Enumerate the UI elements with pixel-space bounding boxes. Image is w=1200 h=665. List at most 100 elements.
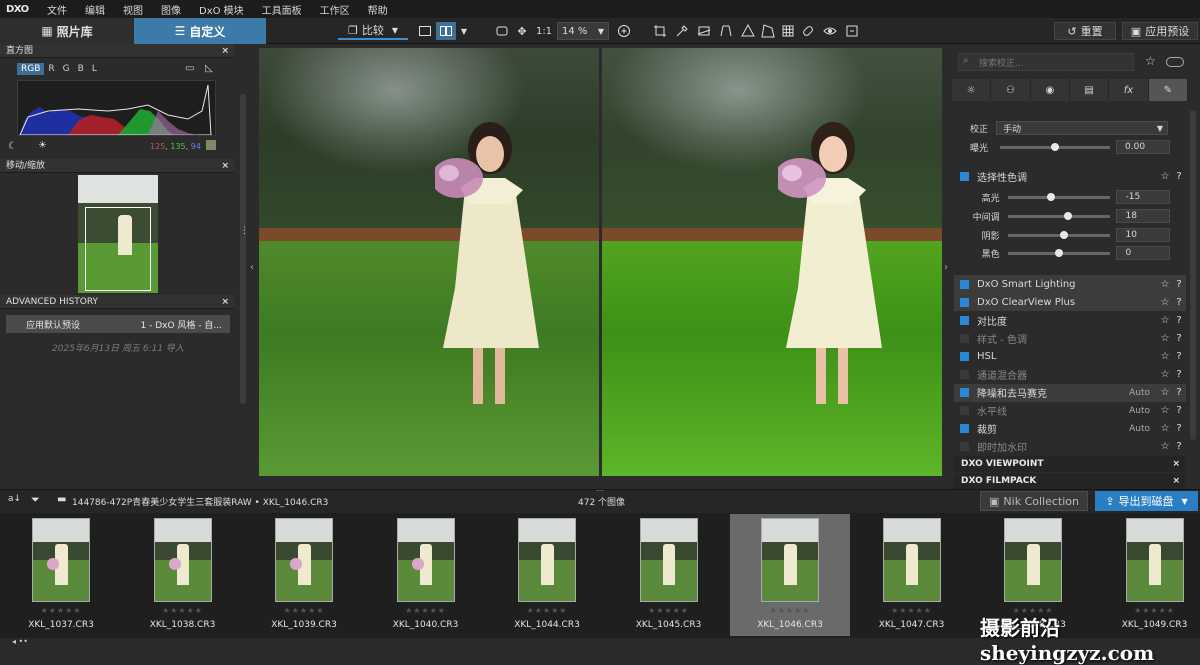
filter-icon[interactable]: ⏷ [31, 493, 40, 507]
module-star-icon[interactable]: ☆ [1158, 351, 1172, 362]
module-help-icon[interactable]: ? [1172, 423, 1186, 434]
moon-icon[interactable]: ☾ [8, 141, 17, 152]
ratio-1-1-button[interactable]: 1:1 [534, 22, 554, 40]
correction-mode-select[interactable]: 手动 ▼ [996, 121, 1168, 135]
nik-collection-button[interactable]: ▣ Nik Collection [980, 491, 1088, 511]
fit-icon[interactable] [494, 22, 510, 40]
menu-image[interactable]: 图像 [152, 2, 190, 17]
collapse-right-chevron-icon[interactable]: › [944, 262, 948, 273]
selective-tone-star-icon[interactable]: ☆ [1158, 171, 1172, 182]
navigator-thumbnail[interactable] [78, 175, 158, 293]
filmstrip-item[interactable]: ★★★★★XKL_1039.CR3 [244, 514, 364, 636]
close-move-zoom-icon[interactable]: × [221, 159, 229, 173]
module-checkbox[interactable] [960, 424, 969, 433]
tab-geometry[interactable]: ▤ [1070, 79, 1109, 101]
rating-stars-icon[interactable]: ★★★★★ [487, 606, 607, 615]
tone-knob[interactable] [1047, 193, 1055, 201]
crop-icon[interactable] [652, 22, 668, 40]
histogram-tab-g[interactable]: G [59, 63, 74, 75]
rating-stars-icon[interactable]: ★★★★★ [366, 606, 486, 615]
histogram-tab-b[interactable]: B [74, 63, 88, 75]
menu-tool-panels[interactable]: 工具面板 [253, 2, 311, 17]
export-to-disk-button[interactable]: ⇪ 导出到磁盘 ▼ [1095, 491, 1198, 511]
selective-tone-checkbox[interactable] [960, 172, 969, 181]
horizon-icon[interactable] [696, 22, 712, 40]
histogram-tab-l[interactable]: L [88, 63, 101, 75]
filmstrip-thumbnail[interactable] [1126, 518, 1184, 602]
module-help-icon[interactable]: ? [1172, 369, 1186, 380]
tone-value[interactable]: 18 [1116, 209, 1170, 223]
module-checkbox[interactable] [960, 316, 969, 325]
tone-knob[interactable] [1060, 231, 1068, 239]
module-star-icon[interactable]: ☆ [1158, 387, 1172, 398]
module-star-icon[interactable]: ☆ [1158, 405, 1172, 416]
monitor-icon[interactable]: ▭ [185, 63, 194, 74]
reset-button[interactable]: ↺ 重置 [1054, 22, 1116, 40]
module-selective-tone[interactable]: 选择性色调 ☆ ? [954, 167, 1186, 185]
filmstrip-thumbnail[interactable] [32, 518, 90, 602]
section-dxo-viewpoint[interactable]: DXO VIEWPOINT × [954, 456, 1186, 472]
module-help-icon[interactable]: ? [1172, 441, 1186, 452]
zoom-in-icon[interactable] [616, 22, 632, 40]
local-adjust-icon[interactable] [760, 22, 776, 40]
module-row[interactable]: 即时加水印☆? [954, 438, 1186, 456]
close-viewpoint-icon[interactable]: × [1172, 456, 1180, 472]
tone-value[interactable]: 10 [1116, 228, 1170, 242]
filmstrip-thumbnail[interactable] [640, 518, 698, 602]
module-checkbox[interactable] [960, 280, 969, 289]
menu-help[interactable]: 帮助 [359, 2, 397, 17]
module-star-icon[interactable]: ☆ [1158, 297, 1172, 308]
filmstrip-thumbnail[interactable] [518, 518, 576, 602]
filmstrip-thumbnail[interactable] [1004, 518, 1062, 602]
left-panel-scrollbar[interactable] [238, 44, 248, 489]
module-checkbox[interactable] [960, 352, 969, 361]
close-history-icon[interactable]: × [221, 295, 229, 309]
split-view-icon[interactable] [436, 22, 456, 40]
menu-view[interactable]: 视图 [114, 2, 152, 17]
module-help-icon[interactable]: ? [1172, 405, 1186, 416]
histogram-tab-rgb[interactable]: RGB [17, 63, 44, 75]
clip-warning-icon[interactable]: ◺ [205, 63, 213, 74]
module-checkbox[interactable] [960, 388, 969, 397]
filmstrip-thumbnail[interactable] [883, 518, 941, 602]
eye-preview-icon[interactable] [822, 22, 838, 40]
module-row[interactable]: 对比度☆? [954, 311, 1186, 329]
filmstrip-item[interactable]: ★★★★★XKL_1047.CR3 [852, 514, 972, 636]
module-checkbox[interactable] [960, 298, 969, 307]
exposure-slider[interactable] [1000, 146, 1110, 149]
filmstrip-scroll-left-icon[interactable]: ◂ •• [12, 637, 28, 646]
section-dxo-filmpack[interactable]: DXO FILMPACK × [954, 473, 1186, 489]
before-image[interactable] [259, 48, 599, 476]
zoom-select[interactable]: 14 % ▼ [557, 22, 609, 40]
sort-icon[interactable]: a↓ [8, 494, 21, 504]
filmstrip-item[interactable]: ★★★★★XKL_1046.CR3 [730, 514, 850, 636]
module-row[interactable]: 降噪和去马赛克Auto☆? [954, 384, 1186, 402]
filmstrip-thumbnail[interactable] [154, 518, 212, 602]
favorite-star-icon[interactable]: ☆ [1145, 54, 1156, 68]
module-row[interactable]: 样式 - 色调☆? [954, 329, 1186, 347]
rating-stars-icon[interactable]: ★★★★★ [852, 606, 972, 615]
rating-stars-icon[interactable]: ★★★★★ [609, 606, 729, 615]
clipping-icon[interactable] [844, 22, 860, 40]
module-star-icon[interactable]: ☆ [1158, 315, 1172, 326]
grid-overlay-icon[interactable] [780, 22, 796, 40]
module-checkbox[interactable] [960, 334, 969, 343]
rating-stars-icon[interactable]: ★★★★★ [1, 606, 121, 615]
rating-stars-icon[interactable]: ★★★★★ [244, 606, 364, 615]
filmstrip-item[interactable]: ★★★★★XKL_1040.CR3 [366, 514, 486, 636]
module-help-icon[interactable]: ? [1172, 279, 1186, 290]
module-star-icon[interactable]: ☆ [1158, 441, 1172, 452]
tab-customize[interactable]: ☰ 自定义 [134, 18, 266, 44]
module-row[interactable]: DxO Smart Lighting☆? [954, 275, 1186, 293]
module-row[interactable]: 水平线Auto☆? [954, 402, 1186, 420]
filmstrip-item[interactable]: ★★★★★XKL_1045.CR3 [609, 514, 729, 636]
module-checkbox[interactable] [960, 406, 969, 415]
filmstrip-item[interactable]: ★★★★★XKL_1037.CR3 [1, 514, 121, 636]
selective-tone-help-icon[interactable]: ? [1172, 171, 1186, 182]
tone-value[interactable]: -15 [1116, 190, 1170, 204]
tone-slider[interactable] [1008, 252, 1111, 255]
tone-knob[interactable] [1055, 249, 1063, 257]
repair-icon[interactable] [800, 22, 816, 40]
module-star-icon[interactable]: ☆ [1158, 423, 1172, 434]
filmstrip-thumbnail[interactable] [275, 518, 333, 602]
